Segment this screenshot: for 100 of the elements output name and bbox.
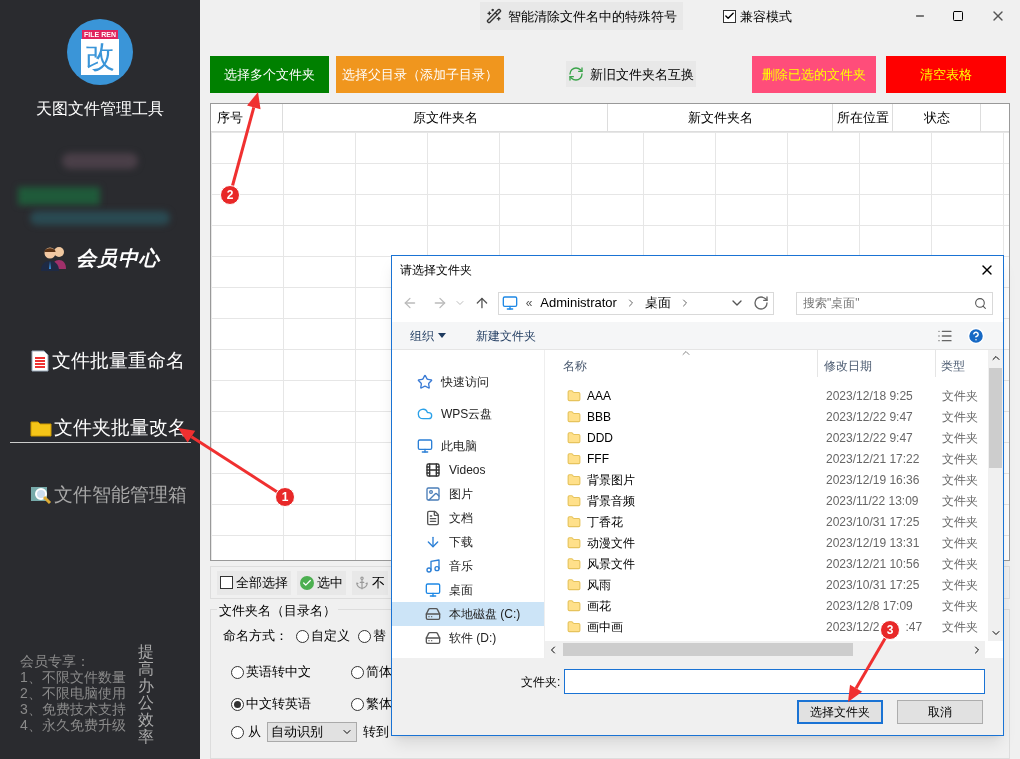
horizontal-scrollbar[interactable] [545,641,985,658]
dialog-button[interactable]: 选择文件夹 [797,700,883,724]
radio-button[interactable] [231,697,244,711]
radio-button[interactable] [296,629,309,643]
nav-label: 下载 [449,534,473,551]
app-name: 天图文件管理工具 [36,99,164,119]
dialog-button[interactable]: 取消 [897,700,983,724]
nav-item[interactable]: Videos [392,458,544,482]
nav-item[interactable]: 图片 [392,482,544,506]
radio-option[interactable]: 替 [358,626,386,646]
refresh-icon[interactable] [753,295,770,311]
search-field[interactable]: 搜索"桌面" [796,291,993,315]
breadcrumb[interactable]: 桌面 [644,293,671,313]
nav-item[interactable]: 本地磁盘 (C:) [392,602,544,626]
column-header[interactable]: 状态 [893,103,981,131]
radio-option[interactable]: 简体 [351,656,411,689]
action-button[interactable]: 清空表格 [886,55,1006,93]
sidebar-item[interactable]: 文件批量重命名 [10,347,189,376]
file-name: DDD [587,429,613,447]
selection-button[interactable]: 不 [352,570,388,595]
document-icon [30,350,50,373]
radio-button[interactable] [358,629,371,643]
file-date: 2023/12/18 9:25 [826,387,913,405]
column-header[interactable]: 名称 [545,350,818,377]
folder-icon [567,576,581,593]
path-prefix[interactable]: « [525,294,533,312]
search-icon [974,296,987,310]
file-type: 文件夹 [941,429,978,447]
radio-button[interactable] [231,665,244,679]
action-button[interactable]: 选择多个文件夹 [210,55,329,93]
file-type: 文件夹 [941,618,978,636]
breadcrumb[interactable]: Administrator [540,293,617,313]
folder-icon [567,513,581,530]
nav-label: 快速访问 [441,374,489,391]
clean-symbols-button[interactable]: 智能清除文件名中的特殊符号 [480,2,683,31]
new-folder-button[interactable]: 新建文件夹 [476,326,536,345]
nav-item[interactable]: 软件 (D:) [392,626,544,650]
help-icon[interactable] [967,326,985,345]
dialog-title: 请选择文件夹 [400,262,472,279]
file-type: 文件夹 [941,513,978,531]
nav-item[interactable]: 桌面 [392,578,544,602]
compat-checkbox[interactable]: 兼容模式 [723,6,792,27]
column-header[interactable]: 修改日期 [818,350,936,377]
nav-item[interactable]: 音乐 [392,554,544,578]
file-name: FFF [587,450,609,468]
nav-item[interactable]: 文档 [392,506,544,530]
vertical-scrollbar[interactable] [988,350,1003,641]
file-type: 文件夹 [941,597,978,615]
radio-button[interactable] [351,665,364,679]
address-bar[interactable]: « Administrator 桌面 [497,291,775,315]
file-date: 2023/12/21 17:22 [826,450,920,468]
file-date: 2023/10/31 17:25 [826,576,920,594]
star-icon [417,374,433,390]
radio-option[interactable]: 自定义 [296,626,350,646]
swap-icon [568,66,584,83]
file-type: 文件夹 [941,555,978,573]
selection-button[interactable]: 选中 [297,570,346,595]
nav-item[interactable]: 下载 [392,530,544,554]
anchor-icon [355,575,369,590]
monitor-icon [425,582,441,598]
radio-button[interactable] [351,697,364,711]
language-dropdown[interactable]: 自动识别 [267,722,357,743]
file-name: 画中画 [587,618,623,636]
to-label: 转到 [363,723,389,742]
from-label: 从 [248,723,261,742]
member-center-link[interactable]: 会员中心 [40,243,160,273]
magnifier-icon [30,485,52,506]
column-header[interactable]: 类型 [936,350,986,377]
selection-button[interactable]: 全部选择 [217,570,291,595]
nav-item[interactable]: 此电脑 [392,434,544,458]
folder-input[interactable] [564,669,985,694]
radio-option[interactable]: 繁体 [351,688,411,721]
folder-icon [567,534,581,551]
nav-item[interactable]: WPS云盘 [392,402,544,426]
file-type: 文件夹 [941,408,978,426]
file-date: 2023/12/22 9:47 [826,429,913,447]
file-date: 2023/11/22 13:09 [826,492,919,510]
file-name: 动漫文件 [587,534,635,552]
nav-label: 音乐 [449,558,473,575]
magic-wand-icon [486,8,502,25]
nav-label: Videos [449,462,486,479]
radio-button[interactable] [231,725,244,739]
file-name: 风雨 [587,576,611,594]
maximize-icon[interactable] [952,10,964,23]
nav-item[interactable]: 快速访问 [392,370,544,394]
radio-option[interactable]: 中文转英语 [231,688,351,721]
column-header[interactable]: 新文件夹名 [608,103,833,131]
column-header[interactable]: 原文件夹名 [283,103,608,131]
folder-icon [30,418,52,437]
logo-glyph: 改 [81,38,119,75]
file-date: 2023/10/31 17:25 [826,513,920,531]
file-name: 背景音频 [587,492,635,510]
member-center-label: 会员中心 [76,245,160,272]
organize-menu[interactable]: 组织 [410,326,446,345]
folder-icon [567,555,581,572]
radio-option[interactable]: 英语转中文 [231,656,351,689]
file-type: 文件夹 [941,492,978,510]
column-header[interactable]: 所在位置 [833,103,893,131]
perk-text: 3、免费技术支持 [20,701,126,717]
action-button[interactable]: 新旧文件夹名互换 [566,61,696,88]
